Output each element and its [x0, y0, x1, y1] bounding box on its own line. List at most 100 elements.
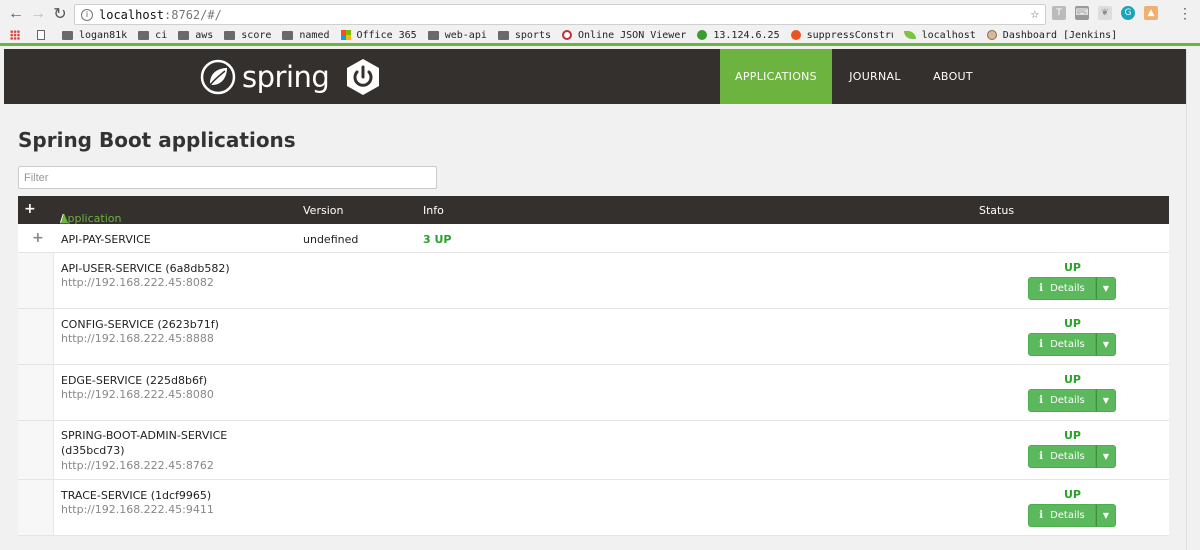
bookmark-item[interactable]: localhost: [903, 29, 976, 41]
back-arrow-icon[interactable]: ←: [6, 4, 26, 24]
bookmark-label: 13.124.6.25: [713, 29, 780, 41]
bookmark-item[interactable]: aws: [178, 30, 213, 41]
page-icon: [37, 30, 45, 40]
bookmark-label: named: [299, 29, 330, 41]
app-header: spring APPLICATIONS JOURNAL ABOUT: [4, 49, 1186, 104]
application-group-row[interactable]: + API-PAY-SERVICE undefined 3 UP: [18, 224, 1169, 253]
details-label: Details: [1050, 395, 1085, 406]
logo-text: spring: [242, 60, 330, 94]
service-name: API-USER-SERVICE (6a8db582): [61, 262, 230, 275]
bookmark-item[interactable]: score: [224, 30, 271, 41]
bookmark-item[interactable]: Dashboard [Jenkins]: [986, 29, 1118, 41]
caret-down-icon[interactable]: ▼: [1096, 445, 1116, 468]
service-name: CONFIG-SERVICE (2623b71f): [61, 318, 219, 331]
url-host: localhost: [99, 7, 165, 22]
details-button[interactable]: i Details: [1028, 389, 1096, 412]
reload-icon[interactable]: ↻: [50, 4, 70, 24]
site-info-icon[interactable]: i: [81, 8, 93, 21]
folder-icon: [62, 30, 73, 40]
header-info: Info: [423, 204, 444, 217]
forward-arrow-icon[interactable]: →: [28, 4, 48, 24]
url-path: :8762/#/: [164, 7, 222, 22]
bookmark-item[interactable]: 13.124.6.25: [697, 29, 780, 41]
extension-feather-icon[interactable]: ❦: [1098, 6, 1112, 20]
page-title: Spring Boot applications: [18, 128, 296, 152]
bookmark-label: Online JSON Viewer: [578, 29, 687, 41]
jenkins-icon: [986, 30, 997, 40]
status-badge: UP: [1064, 488, 1081, 501]
info-icon: i: [1039, 451, 1044, 462]
caret-down-icon[interactable]: ▼: [1096, 333, 1116, 356]
bookmark-label: web-api: [444, 29, 487, 41]
details-label: Details: [1050, 510, 1085, 521]
bookmark-label: aws: [195, 29, 214, 41]
group-version: undefined: [303, 233, 359, 246]
tab-journal[interactable]: JOURNAL: [834, 49, 916, 104]
bookmark-item[interactable]: web-api: [427, 29, 487, 41]
row-indent: [18, 421, 54, 479]
extension-grammarly-icon[interactable]: G: [1121, 6, 1135, 20]
details-label: Details: [1050, 283, 1085, 294]
json-viewer-icon: [562, 30, 572, 40]
spring-logo[interactable]: spring: [200, 59, 330, 95]
folder-icon: [282, 30, 294, 40]
details-button-group: i Details ▼: [1028, 445, 1116, 468]
details-button[interactable]: i Details: [1028, 504, 1096, 527]
bookmark-label: localhost: [921, 29, 976, 41]
service-name: EDGE-SERVICE (225d8b6f): [61, 374, 208, 387]
caret-down-icon[interactable]: ▼: [1096, 504, 1116, 527]
details-button[interactable]: i Details: [1028, 333, 1096, 356]
filter-input[interactable]: [18, 166, 437, 189]
address-bar[interactable]: i localhost:8762/#/ ☆: [74, 4, 1046, 25]
bookmark-item[interactable]: Office 365: [340, 30, 417, 41]
info-icon: i: [1039, 395, 1044, 406]
bookmark-item[interactable]: Online JSON Viewer: [562, 30, 686, 41]
status-badge: UP: [1064, 261, 1081, 274]
bookmark-label: score: [241, 29, 272, 41]
bookmark-item[interactable]: suppressConstructor: [790, 30, 893, 41]
service-url[interactable]: http://192.168.222.45:8080: [61, 388, 214, 401]
caret-down-icon[interactable]: ▼: [1096, 389, 1116, 412]
page-scrollbar[interactable]: [1186, 49, 1200, 550]
ubuntu-icon: [790, 30, 801, 40]
details-button[interactable]: i Details: [1028, 277, 1096, 300]
bookmark-apps[interactable]: [10, 30, 26, 40]
bookmark-label: Dashboard [Jenkins]: [1002, 29, 1118, 41]
tab-applications[interactable]: APPLICATIONS: [720, 49, 832, 104]
info-icon: i: [1039, 283, 1044, 294]
header-version[interactable]: Version: [303, 204, 343, 217]
expand-all-icon[interactable]: +: [24, 201, 36, 217]
browser-menu-icon[interactable]: ⋮: [1178, 5, 1192, 22]
caret-down-icon[interactable]: ▼: [1096, 277, 1116, 300]
group-name: API-PAY-SERVICE: [61, 233, 151, 246]
spring-leaf-icon: [903, 31, 916, 39]
details-button[interactable]: i Details: [1028, 445, 1096, 468]
bookmark-label: ci: [155, 29, 168, 41]
service-url[interactable]: http://192.168.222.45:9411: [61, 503, 214, 516]
service-url[interactable]: http://192.168.222.45:8888: [61, 332, 214, 345]
bookmarks-bar: logan81k ci aws score named Office 365 w…: [0, 27, 1200, 46]
expand-group-icon[interactable]: +: [32, 230, 44, 246]
bookmark-label: sports: [514, 29, 551, 41]
table-header: + Application ▲ / URL Version Info Statu…: [18, 196, 1169, 238]
service-url[interactable]: http://192.168.222.45:8762: [61, 459, 214, 472]
extension-fox-icon[interactable]: ▲: [1144, 6, 1158, 20]
bookmark-page[interactable]: [37, 30, 51, 40]
details-button-group: i Details ▼: [1028, 277, 1116, 300]
extension-keyboard-icon[interactable]: ⌨: [1075, 6, 1089, 20]
bookmark-star-icon[interactable]: ☆: [1031, 6, 1039, 22]
extension-t-icon[interactable]: T: [1052, 6, 1066, 20]
service-name: TRACE-SERVICE (1dcf9965): [61, 489, 212, 502]
service-url[interactable]: http://192.168.222.45:8082: [61, 276, 214, 289]
folder-icon: [497, 30, 509, 40]
table-row: SPRING-BOOT-ADMIN-SERVICE (d35bcd73) htt…: [18, 421, 1169, 480]
header-status: Status: [979, 204, 1015, 217]
tab-about[interactable]: ABOUT: [918, 49, 988, 104]
folder-icon: [138, 30, 150, 40]
bookmark-label: logan81k: [79, 29, 128, 41]
row-indent: [18, 365, 54, 420]
bookmark-item[interactable]: sports: [497, 29, 551, 41]
bookmark-item[interactable]: ci: [138, 30, 167, 41]
bookmark-item[interactable]: logan81k: [62, 30, 127, 41]
bookmark-item[interactable]: named: [282, 29, 330, 41]
